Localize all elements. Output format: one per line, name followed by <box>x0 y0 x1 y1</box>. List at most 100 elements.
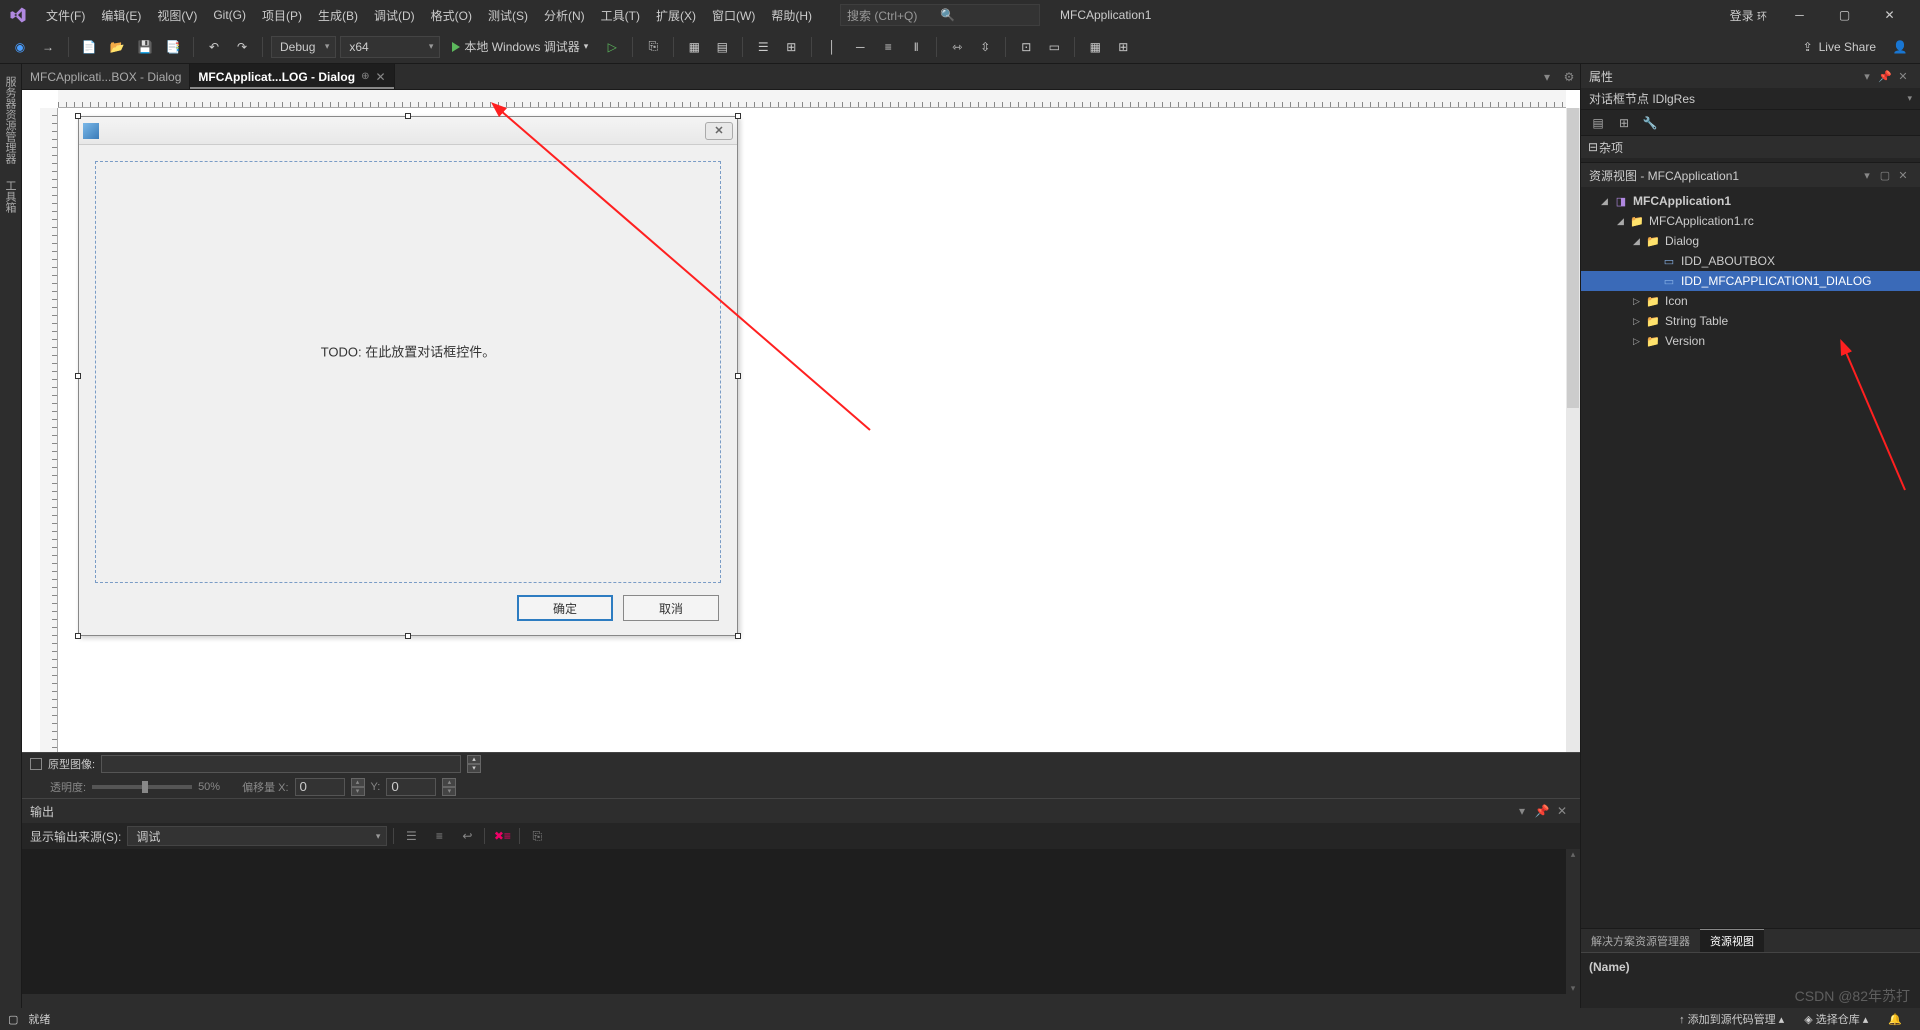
live-share-button[interactable]: ⇪ Live Share <box>1795 40 1884 54</box>
properties-pin-icon[interactable]: 📌 <box>1876 67 1894 85</box>
prop-categorized-icon[interactable]: ▤ <box>1587 112 1609 134</box>
properties-close-icon[interactable]: ✕ <box>1894 67 1912 85</box>
start-without-debug-icon[interactable]: ▷ <box>600 35 624 59</box>
guide-icon[interactable]: ⊞ <box>1111 35 1135 59</box>
output-dropdown-icon[interactable]: ▾ <box>1512 801 1532 821</box>
prop-alpha-icon[interactable]: ⊞ <box>1613 112 1635 134</box>
layout-1-icon[interactable]: │ <box>820 35 844 59</box>
output-toggle-icon[interactable]: ≡ <box>428 825 450 847</box>
output-clear2-icon[interactable]: ✖≡ <box>491 825 513 847</box>
close-icon[interactable]: ✕ <box>375 70 385 84</box>
nav-back-icon[interactable]: ◉ <box>8 35 32 59</box>
doc-tab-1[interactable]: MFCApplicat...LOG - Dialog ⊕ ✕ <box>190 64 394 89</box>
prop-events-icon[interactable]: 🔧 <box>1639 112 1661 134</box>
offset-x-input[interactable] <box>295 778 345 796</box>
account-icon[interactable]: 👤 <box>1888 35 1912 59</box>
new-item-icon[interactable]: 📄 <box>77 35 101 59</box>
resource-close-icon[interactable]: ✕ <box>1894 166 1912 184</box>
prototype-checkbox[interactable] <box>30 758 42 770</box>
menu-debug[interactable]: 调试(D) <box>366 0 423 30</box>
tree-rc[interactable]: ◢📁 MFCApplication1.rc <box>1581 211 1920 231</box>
output-scrollbar-v[interactable] <box>1566 849 1580 994</box>
size-2-icon[interactable]: ▭ <box>1042 35 1066 59</box>
menu-test[interactable]: 测试(S) <box>480 0 536 30</box>
menu-format[interactable]: 格式(O) <box>423 0 480 30</box>
platform-combo[interactable]: x64 <box>340 36 440 58</box>
tree-dialog-folder[interactable]: ◢📁 Dialog <box>1581 231 1920 251</box>
output-close-icon[interactable]: ✕ <box>1552 801 1572 821</box>
doc-tab-0[interactable]: MFCApplicati...BOX - Dialog <box>22 64 190 89</box>
output-pin-icon[interactable]: 📌 <box>1532 801 1552 821</box>
login-button[interactable]: 登录 环 <box>1720 0 1777 30</box>
save-icon[interactable]: 💾 <box>133 35 157 59</box>
output-source-combo[interactable]: 调试 <box>127 826 387 846</box>
menu-git[interactable]: Git(G) <box>205 0 254 30</box>
offset-y-input[interactable] <box>386 778 436 796</box>
menu-tools[interactable]: 工具(T) <box>593 0 648 30</box>
output-body[interactable] <box>22 849 1580 1008</box>
layout-3-icon[interactable]: ≡ <box>876 35 900 59</box>
menu-view[interactable]: 视图(V) <box>149 0 205 30</box>
menu-extensions[interactable]: 扩展(X) <box>648 0 704 30</box>
dialog-close-icon[interactable]: ✕ <box>705 122 733 140</box>
resource-maximize-icon[interactable]: ▢ <box>1876 166 1894 184</box>
tree-root[interactable]: ◢◨ MFCApplication1 <box>1581 191 1920 211</box>
menu-window[interactable]: 窗口(W) <box>704 0 763 30</box>
layout-2-icon[interactable]: ─ <box>848 35 872 59</box>
tree-version[interactable]: ▷📁 Version <box>1581 331 1920 351</box>
spacing-1-icon[interactable]: ⇿ <box>945 35 969 59</box>
tool-2-icon[interactable]: ▤ <box>710 35 734 59</box>
dialog-ok-button[interactable]: 确定 <box>517 595 613 621</box>
menu-analyze[interactable]: 分析(N) <box>536 0 593 30</box>
resource-dropdown-icon[interactable]: ▾ <box>1858 166 1876 184</box>
spacing-2-icon[interactable]: ⇳ <box>973 35 997 59</box>
menu-project[interactable]: 项目(P) <box>254 0 310 30</box>
menu-file[interactable]: 文件(F) <box>38 0 93 30</box>
open-icon[interactable]: 📂 <box>105 35 129 59</box>
tree-aboutbox[interactable]: ▭ IDD_ABOUTBOX <box>1581 251 1920 271</box>
tree-main-dialog[interactable]: ▭ IDD_MFCAPPLICATION1_DIALOG <box>1581 271 1920 291</box>
transparency-slider[interactable] <box>92 785 192 789</box>
dialog-preview[interactable]: ✕ TODO: 在此放置对话框控件。 确定 取消 <box>78 116 738 636</box>
tab-settings-icon[interactable]: ⚙ <box>1558 64 1580 89</box>
search-box[interactable]: 搜索 (Ctrl+Q) 🔍 <box>840 4 1040 26</box>
pin-icon[interactable]: ⊕ <box>361 71 369 82</box>
prototype-path-input[interactable] <box>101 755 461 773</box>
panel-tab-resource[interactable]: 资源视图 <box>1700 929 1764 952</box>
redo-icon[interactable]: ↷ <box>230 35 254 59</box>
status-select-repo[interactable]: ◈ 选择仓库 ▴ <box>1794 1011 1878 1027</box>
align-2-icon[interactable]: ⊞ <box>779 35 803 59</box>
window-maximize[interactable]: ▢ <box>1822 0 1867 30</box>
designer-surface[interactable]: ✕ TODO: 在此放置对话框控件。 确定 取消 <box>22 90 1580 752</box>
menu-help[interactable]: 帮助(H) <box>763 0 820 30</box>
properties-dropdown-icon[interactable]: ▾ <box>1858 67 1876 85</box>
save-all-icon[interactable]: 📑 <box>161 35 185 59</box>
tree-icon[interactable]: ▷📁 Icon <box>1581 291 1920 311</box>
left-tab-server-explorer[interactable]: 服务器资源管理器 <box>0 68 21 172</box>
undo-icon[interactable]: ↶ <box>202 35 226 59</box>
menu-edit[interactable]: 编辑(E) <box>93 0 149 30</box>
output-scrollbar-h[interactable] <box>22 994 1580 1008</box>
status-add-source[interactable]: ↑ 添加到源代码管理 ▴ <box>1669 1011 1794 1027</box>
layout-4-icon[interactable]: ‖ <box>904 35 928 59</box>
start-debug-button[interactable]: 本地 Windows 调试器 ▾ <box>444 35 596 59</box>
size-1-icon[interactable]: ⊡ <box>1014 35 1038 59</box>
panel-tab-solution[interactable]: 解决方案资源管理器 <box>1581 929 1700 952</box>
output-goto-icon[interactable]: ⎘ <box>526 825 548 847</box>
config-combo[interactable]: Debug <box>271 36 336 58</box>
tool-1-icon[interactable]: ▦ <box>682 35 706 59</box>
tab-dropdown-icon[interactable]: ▾ <box>1536 64 1558 89</box>
grid-icon[interactable]: ▦ <box>1083 35 1107 59</box>
designer-scrollbar-v[interactable] <box>1566 108 1580 752</box>
step-icon[interactable]: ⎘ <box>641 35 665 59</box>
output-wrap-icon[interactable]: ↩ <box>456 825 478 847</box>
prop-category-misc[interactable]: ⊟ 杂项 <box>1581 136 1920 158</box>
window-minimize[interactable]: ─ <box>1777 0 1822 30</box>
left-tab-toolbox[interactable]: 工具箱 <box>0 172 21 221</box>
nav-forward-icon[interactable]: → <box>36 35 60 59</box>
tree-string-table[interactable]: ▷📁 String Table <box>1581 311 1920 331</box>
window-close[interactable]: ✕ <box>1867 0 1912 30</box>
menu-build[interactable]: 生成(B) <box>310 0 366 30</box>
dialog-cancel-button[interactable]: 取消 <box>623 595 719 621</box>
output-clear-icon[interactable]: ☰ <box>400 825 422 847</box>
